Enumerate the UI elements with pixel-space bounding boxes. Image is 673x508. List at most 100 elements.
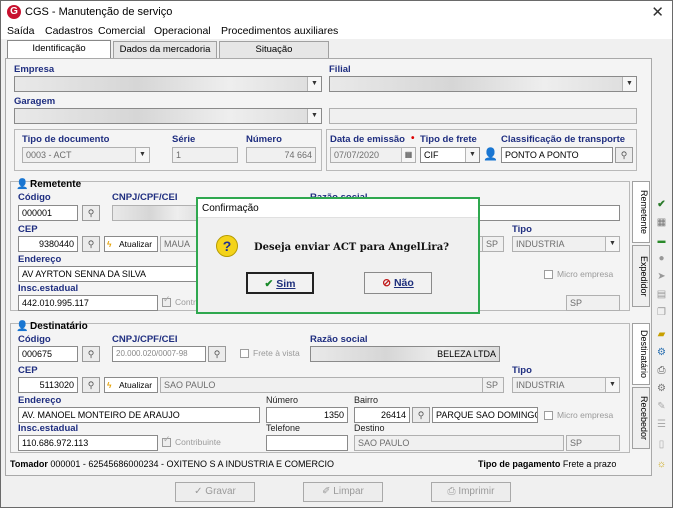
destinatario-micro-empresa-checkbox[interactable] bbox=[544, 411, 553, 420]
limpar-button[interactable]: ✐ Limpar bbox=[303, 482, 383, 502]
garagem-select[interactable]: ▼ bbox=[14, 108, 322, 124]
document-icon[interactable]: ▤ bbox=[654, 287, 669, 302]
binoculars-icon[interactable]: ⚲ bbox=[615, 147, 633, 163]
question-icon: ? bbox=[216, 235, 238, 257]
main-window: G CGS - Manutenção de serviço ✕ Saída Ca… bbox=[0, 0, 673, 508]
nao-button[interactable]: ⊘ Não bbox=[364, 272, 432, 294]
settings-icon[interactable]: ⚙ bbox=[654, 381, 669, 396]
serie-field[interactable]: 1 bbox=[172, 147, 238, 163]
lightning-icon: ϟ bbox=[107, 380, 112, 390]
menu-comercial[interactable]: Comercial bbox=[98, 25, 145, 37]
menu-operacional[interactable]: Operacional bbox=[154, 25, 211, 37]
empresa-select[interactable]: ▼ bbox=[14, 76, 322, 92]
destinatario-razao-field[interactable]: BELEZA LTDA bbox=[310, 346, 500, 362]
destinatario-destino-uf-field: SP bbox=[566, 435, 620, 451]
destinatario-cnpj-field[interactable]: 20.000.020/0007-98 bbox=[112, 346, 206, 362]
frete-vista-label: Frete à vista bbox=[253, 348, 300, 358]
side-tab-expedidor[interactable]: Expedidor bbox=[632, 245, 650, 307]
remetente-tipo-label: Tipo bbox=[512, 224, 532, 235]
tab-dados-mercadoria[interactable]: Dados da mercadoria bbox=[113, 41, 217, 58]
print-icon[interactable]: ⎙ bbox=[654, 363, 669, 378]
binoculars-icon[interactable]: ⚲ bbox=[82, 377, 100, 393]
folder-icon[interactable]: ▰ bbox=[654, 327, 669, 342]
destinatario-telefone-field[interactable] bbox=[266, 435, 348, 451]
tipo-documento-select[interactable]: 0003 - ACT bbox=[22, 147, 150, 163]
remetente-cnpj-field[interactable] bbox=[112, 205, 206, 221]
atualizar-label: Atualizar bbox=[119, 380, 153, 390]
remetente-codigo-field[interactable]: 000001 bbox=[18, 205, 78, 221]
imprimir-button[interactable]: ⎙ Imprimir bbox=[431, 482, 511, 502]
arrow-right-icon[interactable]: ➤ bbox=[654, 269, 669, 284]
destinatario-tipo-select[interactable]: INDUSTRIA bbox=[512, 377, 620, 393]
confirm-check-icon[interactable]: ✔ bbox=[654, 197, 669, 212]
binoculars-icon[interactable]: ⚲ bbox=[82, 236, 100, 252]
destinatario-bairro-field[interactable]: PARQUE SAO DOMINGO bbox=[432, 407, 538, 423]
menu-cadastros[interactable]: Cadastros bbox=[45, 25, 93, 37]
print-icon: ⎙ bbox=[447, 486, 459, 497]
remetente-insc-field[interactable]: 442.010.995.117 bbox=[18, 295, 158, 311]
sim-button[interactable]: ✔ Sim bbox=[246, 272, 314, 294]
numero-label: Número bbox=[246, 134, 282, 145]
binoculars-icon[interactable]: ⚲ bbox=[208, 346, 226, 362]
exit-icon[interactable]: ☼ bbox=[654, 457, 669, 472]
destinatario-insc-field[interactable]: 110.686.972.113 bbox=[18, 435, 158, 451]
pagamento-value: Frete a prazo bbox=[562, 459, 617, 469]
filial-select[interactable]: ▼ bbox=[329, 76, 637, 92]
menu-procedimentos[interactable]: Procedimentos auxiliares bbox=[221, 25, 338, 37]
tab-situacao[interactable]: Situação bbox=[219, 41, 329, 58]
side-tab-remetente[interactable]: Remetente bbox=[632, 181, 650, 243]
page-icon[interactable]: ▯ bbox=[654, 437, 669, 452]
flag-icon[interactable]: ▬ bbox=[654, 233, 669, 248]
imprimir-label: Imprimir bbox=[458, 486, 495, 497]
remetente-atualizar-button[interactable]: ϟ Atualizar bbox=[104, 236, 158, 252]
copy-icon[interactable]: ❐ bbox=[654, 305, 669, 320]
destinatario-uf-field: SP bbox=[482, 377, 504, 393]
serie-label: Série bbox=[172, 134, 196, 145]
calendar-icon[interactable]: ▦ bbox=[401, 148, 415, 162]
person-icon: 👤 bbox=[16, 179, 29, 190]
numero-field[interactable]: 74 664 bbox=[246, 147, 316, 163]
remetente-tipo-select[interactable]: INDUSTRIA bbox=[512, 236, 620, 252]
menu-saida[interactable]: Saída bbox=[7, 25, 34, 37]
side-tab-recebedor[interactable]: Recebedor bbox=[632, 387, 650, 449]
remetente-micro-empresa-label: Micro empresa bbox=[557, 269, 614, 279]
remetente-endereco-field[interactable]: AV AYRTON SENNA DA SILVA bbox=[18, 266, 204, 282]
tomador-line: Tomador 000001 - 62545686000234 - OXITEN… bbox=[10, 459, 334, 469]
remetente-cep-field[interactable]: 9380440 bbox=[18, 236, 78, 252]
tab-identificacao[interactable]: Identificação bbox=[7, 40, 111, 59]
destinatario-cep-field[interactable]: 5113020 bbox=[18, 377, 78, 393]
edit-icon[interactable]: ✎ bbox=[654, 399, 669, 414]
tipo-frete-label: Tipo de frete bbox=[420, 134, 477, 145]
classificacao-label: Classificação de transporte bbox=[501, 134, 626, 145]
side-tab-destinatario[interactable]: Destinatário bbox=[632, 323, 650, 385]
classificacao-field[interactable]: PONTO A PONTO bbox=[501, 147, 613, 163]
destinatario-contribuinte-label: Contribuinte bbox=[175, 437, 221, 447]
close-icon[interactable]: ✕ bbox=[651, 3, 664, 21]
remetente-endereco-label: Endereço bbox=[18, 254, 62, 265]
destinatario-cnpj-label: CNPJ/CPF/CEI bbox=[112, 334, 178, 345]
garagem-label: Garagem bbox=[14, 96, 56, 107]
remetente-uf2-field: SP bbox=[566, 295, 620, 311]
grid-icon[interactable]: ▦ bbox=[654, 215, 669, 230]
gravar-button[interactable]: ✓ Gravar bbox=[175, 482, 255, 502]
person-icon[interactable]: 👤 bbox=[483, 147, 498, 161]
required-marker: • bbox=[411, 133, 415, 144]
binoculars-icon[interactable]: ⚲ bbox=[82, 346, 100, 362]
list-icon[interactable]: ☰ bbox=[654, 417, 669, 432]
destinatario-bairro-code-field[interactable]: 26414 bbox=[354, 407, 410, 423]
chevron-down-icon: ▼ bbox=[465, 148, 479, 162]
frete-vista-checkbox[interactable] bbox=[240, 349, 249, 358]
destinatario-numero-field[interactable]: 1350 bbox=[266, 407, 348, 423]
circle-icon[interactable]: ● bbox=[654, 251, 669, 266]
destinatario-atualizar-button[interactable]: ϟ Atualizar bbox=[104, 377, 158, 393]
tools-icon[interactable]: ⚙ bbox=[654, 345, 669, 360]
menu-bar: Saída Cadastros Comercial Operacional Pr… bbox=[1, 23, 672, 39]
remetente-codigo-label: Código bbox=[18, 192, 51, 203]
destinatario-endereco-field[interactable]: AV. MANOEL MONTEIRO DE ARAUJO bbox=[18, 407, 260, 423]
eraser-icon: ✐ bbox=[322, 486, 334, 497]
remetente-micro-empresa-checkbox[interactable] bbox=[544, 270, 553, 279]
garagem-extra-field bbox=[329, 108, 637, 124]
binoculars-icon[interactable]: ⚲ bbox=[82, 205, 100, 221]
destinatario-codigo-field[interactable]: 000675 bbox=[18, 346, 78, 362]
binoculars-icon[interactable]: ⚲ bbox=[412, 407, 430, 423]
